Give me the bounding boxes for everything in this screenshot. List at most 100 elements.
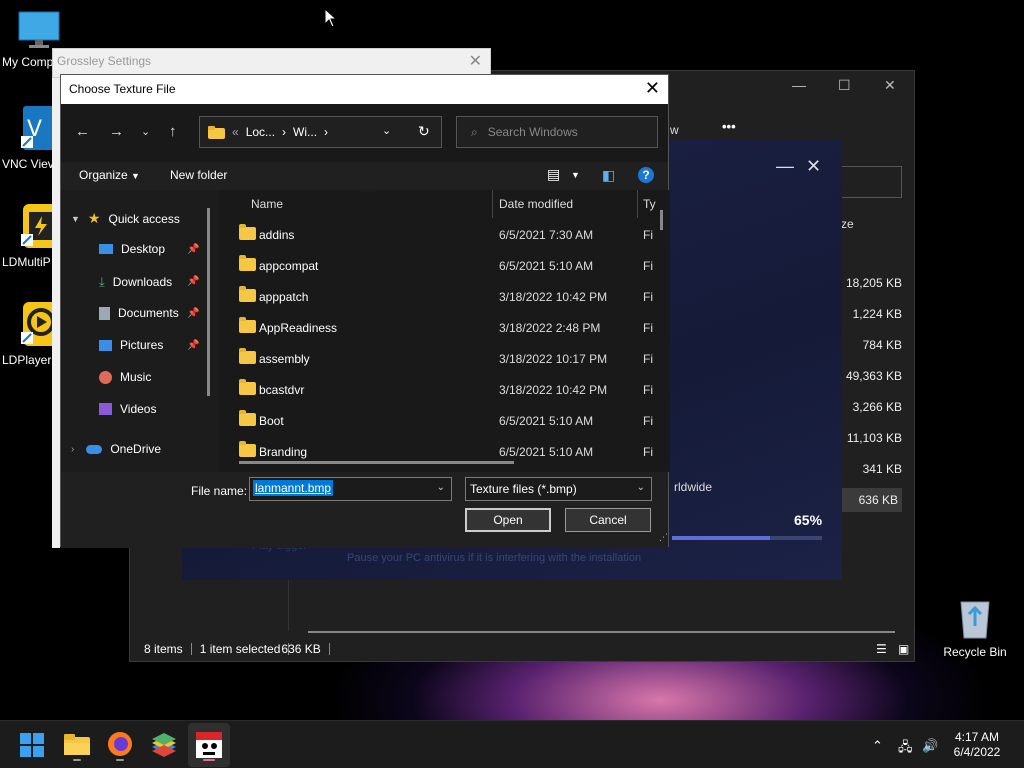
nav-label: Pictures bbox=[120, 338, 164, 352]
pin-icon[interactable]: 📌 bbox=[187, 308, 199, 319]
chevron-down-icon[interactable]: ⌄ bbox=[437, 482, 445, 493]
column-header-date[interactable]: Date modified bbox=[499, 197, 573, 211]
game-icon[interactable] bbox=[193, 729, 225, 761]
close-icon[interactable]: ✕ bbox=[645, 78, 660, 99]
nav-item-videos[interactable]: Videos bbox=[99, 402, 156, 416]
choose-texture-file-dialog[interactable]: Choose Texture File ✕ ← → ⌄ ↑ « Loc... ›… bbox=[60, 74, 670, 548]
back-arrow-icon[interactable]: ← bbox=[75, 123, 90, 140]
preview-pane-icon[interactable]: ◧ bbox=[602, 167, 615, 184]
document-icon bbox=[99, 306, 110, 320]
bluestacks-icon[interactable] bbox=[148, 729, 180, 761]
file-row[interactable]: apppatch 3/18/2022 10:42 PM Fi bbox=[219, 281, 670, 312]
minimize-icon[interactable]: — bbox=[792, 77, 806, 93]
forward-arrow-icon[interactable]: → bbox=[109, 123, 124, 140]
up-arrow-icon[interactable]: ↑ bbox=[169, 123, 177, 140]
column-header-name[interactable]: Name bbox=[251, 197, 283, 211]
desktop-folder-icon bbox=[99, 244, 113, 254]
desktop-icon-recycle-bin[interactable]: Recycle Bin bbox=[938, 596, 1012, 659]
horizontal-scrollbar[interactable] bbox=[239, 461, 514, 464]
file-type: Fi bbox=[643, 352, 653, 366]
breadcrumb-windows[interactable]: Wi... bbox=[293, 125, 317, 139]
organize-button[interactable]: Organize ▼ bbox=[79, 168, 140, 182]
view-options-icon[interactable]: ▤ bbox=[547, 166, 560, 183]
file-row[interactable]: Boot 6/5/2021 5:10 AM Fi bbox=[219, 405, 670, 436]
nav-label: Music bbox=[120, 370, 152, 384]
nav-item-quick-access[interactable]: ▼ ★ Quick access bbox=[71, 210, 180, 227]
nav-item-downloads[interactable]: ⤓ Downloads bbox=[99, 274, 172, 290]
navigation-bar: ← → ⌄ ↑ « Loc... › Wi... › ⌄ ↻ ⌕ Search … bbox=[61, 104, 668, 162]
file-name-input[interactable]: lanmannt.bmp ⌄ bbox=[249, 477, 452, 501]
nav-item-music[interactable]: Music bbox=[99, 370, 151, 384]
folder-icon bbox=[239, 317, 256, 333]
chevron-down-icon: ▼ bbox=[131, 171, 140, 181]
recent-locations-chevron-icon[interactable]: ⌄ bbox=[141, 125, 150, 138]
nav-label: Downloads bbox=[112, 275, 173, 289]
firefox-icon[interactable] bbox=[104, 729, 136, 761]
clock-time: 4:17 AM bbox=[954, 730, 1000, 744]
more-options-icon[interactable]: ••• bbox=[722, 119, 736, 134]
cancel-button[interactable]: Cancel bbox=[565, 508, 651, 532]
search-input[interactable]: ⌕ Search Windows bbox=[456, 116, 658, 148]
file-row[interactable]: addins 6/5/2021 7:30 AM Fi bbox=[219, 219, 670, 250]
new-folder-button[interactable]: New folder bbox=[170, 168, 227, 182]
progress-fill bbox=[672, 536, 770, 540]
status-size: 636 KB bbox=[273, 643, 330, 655]
clock[interactable]: 4:17 AM 6/4/2022 bbox=[940, 730, 1014, 760]
vertical-scrollbar[interactable] bbox=[660, 210, 663, 230]
nav-item-onedrive[interactable]: › OneDrive bbox=[71, 442, 161, 456]
network-icon[interactable]: 🖧 bbox=[898, 738, 913, 760]
refresh-icon[interactable]: ↻ bbox=[418, 123, 430, 140]
close-icon[interactable]: ✕ bbox=[806, 156, 821, 177]
search-placeholder: Search Windows bbox=[487, 125, 578, 139]
file-name-value[interactable]: lanmannt.bmp bbox=[253, 480, 334, 496]
file-row[interactable]: bcastdvr 3/18/2022 10:42 PM Fi bbox=[219, 374, 670, 405]
help-icon[interactable]: ? bbox=[638, 167, 654, 183]
file-name: appcompat bbox=[259, 259, 319, 273]
breadcrumb-local-disk[interactable]: Loc... bbox=[246, 125, 275, 139]
pin-icon[interactable]: 📌 bbox=[187, 340, 199, 351]
file-type-select[interactable]: Texture files (*.bmp) ⌄ bbox=[465, 477, 652, 501]
star-icon: ★ bbox=[87, 210, 101, 226]
nav-scrollbar[interactable] bbox=[207, 208, 210, 396]
close-icon[interactable]: ✕ bbox=[884, 77, 896, 94]
file-date: 6/5/2021 5:10 AM bbox=[499, 259, 594, 273]
folder-icon bbox=[239, 348, 256, 364]
column-header-type[interactable]: Ty bbox=[643, 197, 656, 211]
breadcrumb-overflow-icon[interactable]: « bbox=[232, 125, 239, 139]
chevron-right-icon[interactable]: › bbox=[71, 444, 74, 455]
chevron-down-icon[interactable]: ▼ bbox=[71, 214, 80, 224]
horizontal-scrollbar[interactable] bbox=[308, 631, 895, 633]
file-row[interactable]: AppReadiness 3/18/2022 2:48 PM Fi bbox=[219, 312, 670, 343]
column-separator[interactable] bbox=[637, 190, 638, 218]
chevron-down-icon[interactable]: ⌄ bbox=[637, 482, 645, 493]
mouse-cursor-icon bbox=[324, 8, 338, 28]
size-column-header[interactable]: ze bbox=[841, 217, 854, 231]
file-explorer-icon[interactable] bbox=[61, 729, 93, 761]
nav-item-desktop[interactable]: Desktop bbox=[99, 242, 165, 256]
show-hidden-icons-chevron-icon[interactable]: ⌃ bbox=[872, 738, 883, 754]
close-icon[interactable]: ✕ bbox=[469, 51, 482, 71]
dialog-title-bar[interactable]: Choose Texture File ✕ bbox=[61, 75, 668, 104]
minimize-icon[interactable]: — bbox=[776, 156, 794, 177]
open-button[interactable]: Open bbox=[465, 508, 551, 532]
tiles-view-icon[interactable]: ▣ bbox=[890, 643, 917, 655]
file-name: Boot bbox=[259, 414, 284, 428]
pin-icon[interactable]: 📌 bbox=[187, 244, 199, 255]
pin-icon[interactable]: 📌 bbox=[187, 276, 199, 287]
address-dropdown-icon[interactable]: ⌄ bbox=[382, 124, 391, 137]
resize-grip-icon[interactable]: ⋰ bbox=[659, 532, 668, 543]
column-separator[interactable] bbox=[492, 190, 493, 218]
file-row[interactable]: appcompat 6/5/2021 5:10 AM Fi bbox=[219, 250, 670, 281]
file-type: Fi bbox=[643, 259, 653, 273]
file-name: bcastdvr bbox=[259, 383, 305, 397]
address-bar[interactable]: « Loc... › Wi... › ⌄ ↻ bbox=[199, 116, 442, 148]
nav-item-pictures[interactable]: Pictures bbox=[99, 338, 163, 352]
chevron-down-icon[interactable]: ▼ bbox=[571, 170, 580, 180]
file-type: Fi bbox=[643, 290, 653, 304]
maximize-icon[interactable]: ☐ bbox=[838, 77, 851, 94]
view-label[interactable]: w bbox=[670, 123, 679, 137]
file-row[interactable]: assembly 3/18/2022 10:17 PM Fi bbox=[219, 343, 670, 374]
volume-icon[interactable]: 🔊 bbox=[922, 738, 938, 754]
nav-item-documents[interactable]: Documents bbox=[99, 306, 179, 320]
start-icon[interactable] bbox=[16, 729, 48, 761]
